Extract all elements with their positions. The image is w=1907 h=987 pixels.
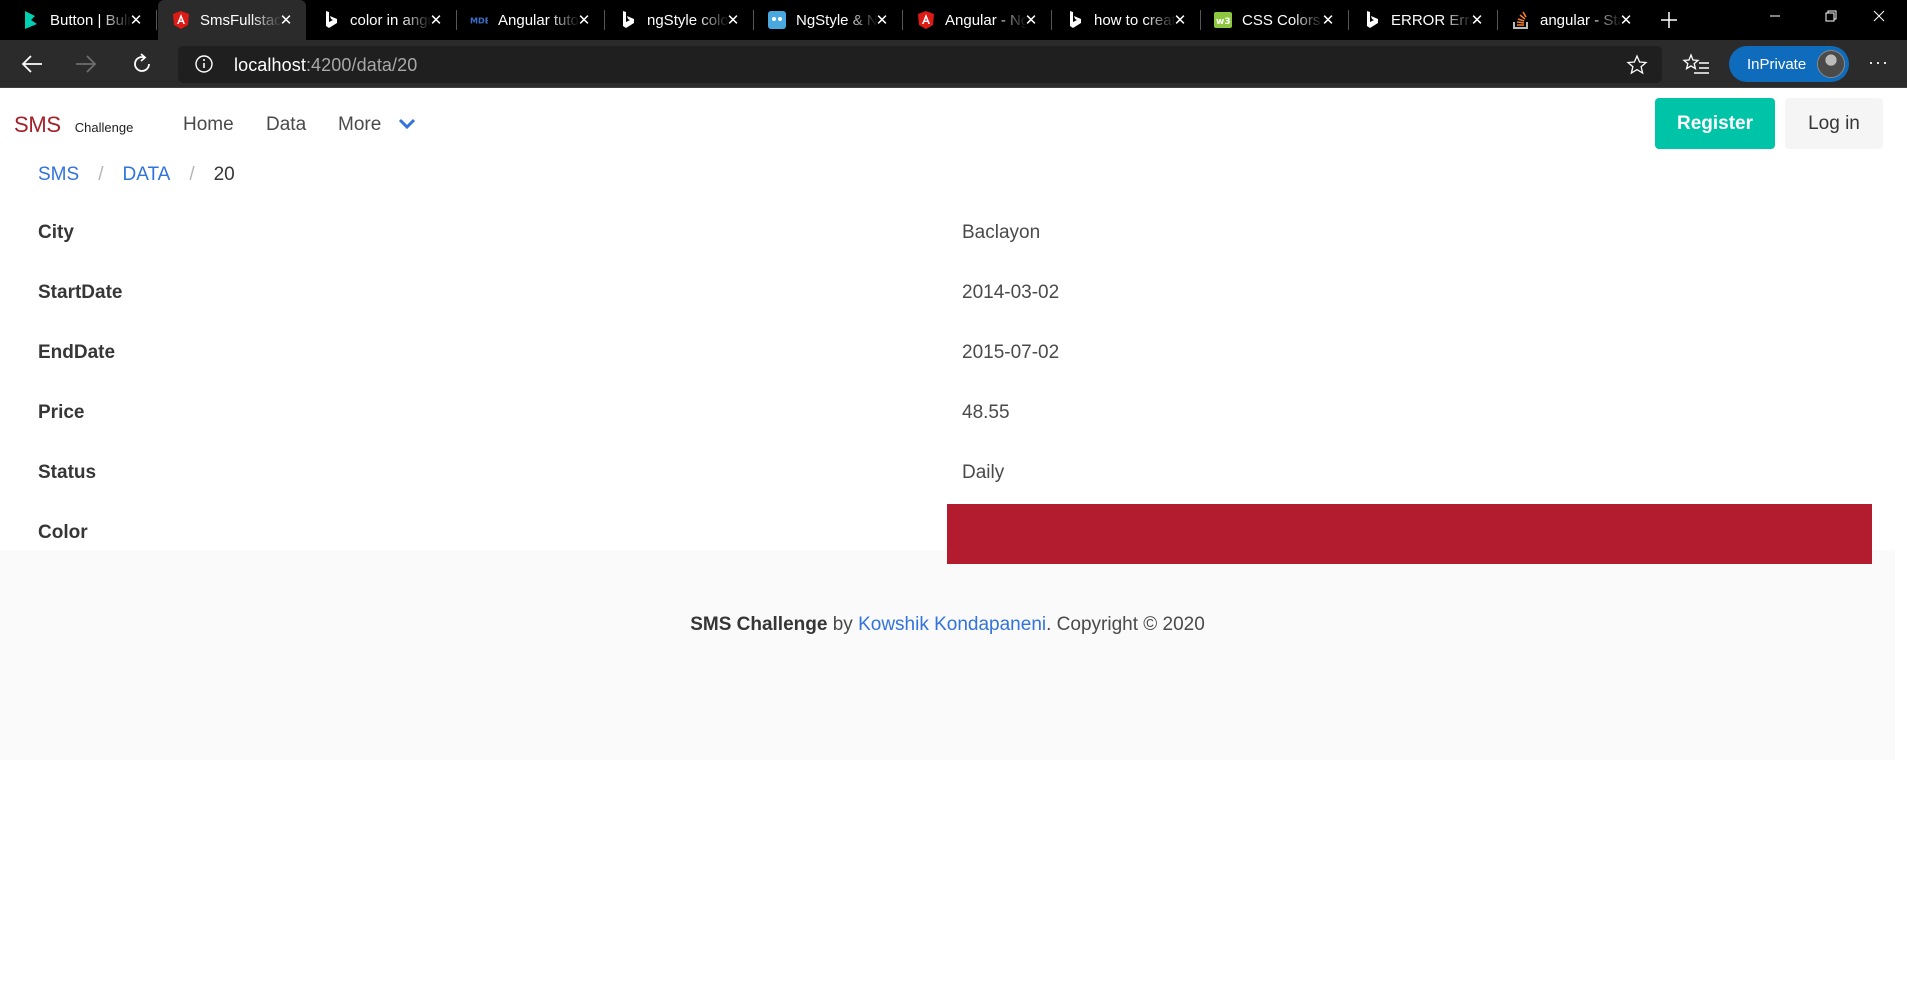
info-icon[interactable] <box>194 54 214 74</box>
browser-tab[interactable]: NgStyle & NgClass ✕ <box>754 0 903 40</box>
author-link[interactable]: Kowshik Kondapaneni <box>858 614 1046 635</box>
angular-icon <box>172 11 190 29</box>
inprivate-profile-button[interactable]: InPrivate <box>1729 46 1849 82</box>
detail-label: Price <box>38 402 85 423</box>
close-tab-icon[interactable]: ✕ <box>574 10 594 30</box>
browser-tab-strip: Button | Bulma ✕ SmsFullstack ✕ color in… <box>0 0 1907 40</box>
avatar <box>1817 50 1845 78</box>
footer-text: SMS Challenge by Kowshik Kondapaneni. Co… <box>690 614 1205 635</box>
close-tab-icon[interactable]: ✕ <box>426 10 446 30</box>
browser-tab[interactable]: how to create ✕ <box>1052 0 1201 40</box>
favorites-icon[interactable] <box>1682 50 1712 80</box>
detail-label: EndDate <box>38 342 116 363</box>
breadcrumb: SMS / DATA / 20 <box>38 163 235 187</box>
address-bar[interactable]: localhost:4200/data/20 <box>178 46 1662 83</box>
new-tab-button[interactable] <box>1653 4 1685 36</box>
detail-value: 48.55 <box>962 402 1010 423</box>
bulma-icon <box>22 11 40 29</box>
bing-icon <box>322 11 340 29</box>
vertical-scrollbar[interactable] <box>1895 88 1907 987</box>
browser-tab[interactable]: ngStyle color ✕ <box>605 0 754 40</box>
close-tab-icon[interactable]: ✕ <box>872 10 892 30</box>
close-tab-icon[interactable]: ✕ <box>1170 10 1190 30</box>
browser-tab[interactable]: MDB Angular tutorial ✕ <box>456 0 605 40</box>
detail-label: City <box>38 222 74 243</box>
close-tab-icon[interactable]: ✕ <box>1467 10 1487 30</box>
angular-icon <box>917 11 935 29</box>
refresh-button[interactable] <box>124 46 160 82</box>
w3schools-icon: w3 <box>1214 11 1232 29</box>
browser-tab[interactable]: Angular - NgStyle ✕ <box>903 0 1052 40</box>
detail-row-status: Status Daily <box>0 450 1907 510</box>
plus-icon <box>1661 12 1677 28</box>
breadcrumb-current: 20 <box>213 164 235 185</box>
nav-link-data[interactable]: Data <box>266 114 306 136</box>
refresh-icon <box>134 53 150 72</box>
detail-row-price: Price 48.55 <box>0 390 1907 450</box>
back-button[interactable] <box>14 46 50 82</box>
settings-more-icon[interactable]: ··· <box>1868 52 1896 76</box>
breadcrumb-item-data[interactable]: DATA <box>122 164 170 186</box>
forward-arrow-icon <box>76 55 97 73</box>
detail-value: Daily <box>962 462 1005 483</box>
breadcrumb-separator: / <box>189 164 195 185</box>
ngstyle-icon <box>768 11 786 29</box>
browser-tab[interactable]: Button | Bulma ✕ <box>8 0 157 40</box>
back-arrow-icon <box>21 55 42 73</box>
detail-value: Baclayon <box>962 222 1041 243</box>
breadcrumb-item-sms[interactable]: SMS <box>38 164 79 186</box>
url-text[interactable]: localhost:4200/data/20 <box>234 55 417 76</box>
browser-tab[interactable]: w3 CSS Colors ✕ <box>1200 0 1349 40</box>
svg-text:w3: w3 <box>1216 17 1231 27</box>
detail-row-enddate: EndDate 2015-07-02 <box>0 330 1907 390</box>
close-icon <box>1873 10 1885 22</box>
browser-tab[interactable]: angular - Stack Overflow ✕ <box>1498 0 1646 40</box>
color-swatch <box>947 504 1872 564</box>
close-window-button[interactable] <box>1851 0 1907 32</box>
detail-value: 2015-07-02 <box>962 342 1060 363</box>
bing-icon <box>1363 11 1381 29</box>
mdb-icon: MDB <box>470 11 488 29</box>
browser-tab[interactable]: ERROR Error ✕ <box>1349 0 1498 40</box>
forward-button[interactable] <box>68 46 104 82</box>
login-button[interactable]: Log in <box>1785 98 1883 149</box>
bing-icon <box>1066 11 1084 29</box>
favorite-star-icon[interactable] <box>1626 54 1648 76</box>
detail-value: 2014-03-02 <box>962 282 1060 303</box>
svg-text:MDB: MDB <box>470 16 488 25</box>
close-tab-icon[interactable]: ✕ <box>1318 10 1338 30</box>
close-tab-icon[interactable]: ✕ <box>276 10 296 30</box>
brand-logo[interactable]: SMS Challenge <box>14 112 133 138</box>
detail-row-startdate: StartDate 2014-03-02 <box>0 270 1907 330</box>
chevron-down-icon[interactable] <box>398 118 416 130</box>
bing-icon <box>619 11 637 29</box>
footer-title: SMS Challenge <box>690 614 828 635</box>
close-tab-icon[interactable]: ✕ <box>1021 10 1041 30</box>
app-navbar: SMS Challenge Home Data More Register Lo… <box>0 88 1907 161</box>
page-footer: SMS Challenge by Kowshik Kondapaneni. Co… <box>0 550 1895 760</box>
nav-dropdown-more[interactable]: More <box>338 114 381 136</box>
browser-toolbar: localhost:4200/data/20 InPrivate ··· <box>0 40 1907 88</box>
close-tab-icon[interactable]: ✕ <box>1616 10 1636 30</box>
detail-label: Color <box>38 522 88 543</box>
nav-link-home[interactable]: Home <box>183 114 234 136</box>
minimize-button[interactable] <box>1747 0 1803 32</box>
detail-row-city: City Baclayon <box>0 210 1907 270</box>
breadcrumb-separator: / <box>98 164 104 185</box>
browser-tab-active[interactable]: SmsFullstack ✕ <box>158 0 306 40</box>
register-button[interactable]: Register <box>1655 98 1775 149</box>
minimize-icon <box>1770 15 1780 17</box>
detail-label: StartDate <box>38 282 123 303</box>
browser-tab[interactable]: color in angular ✕ <box>308 0 457 40</box>
restore-icon <box>1825 10 1837 22</box>
detail-label: Status <box>38 462 97 483</box>
close-tab-icon[interactable]: ✕ <box>723 10 743 30</box>
stackoverflow-icon <box>1512 11 1530 29</box>
close-tab-icon[interactable]: ✕ <box>126 10 146 30</box>
